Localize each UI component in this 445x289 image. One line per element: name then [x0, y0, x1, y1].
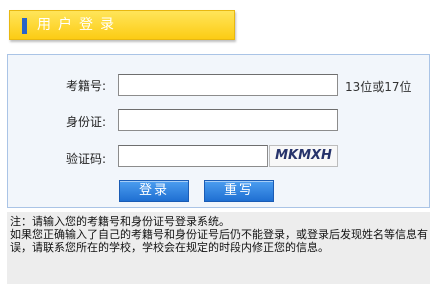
login-button[interactable]: 登录 [119, 180, 189, 202]
header-accent-bar [22, 18, 27, 34]
header-title: 用户登录 [37, 17, 121, 33]
captcha-label: 验证码: [65, 152, 106, 166]
id-card-label: 身份证: [65, 115, 106, 129]
id-card-input[interactable] [118, 109, 338, 131]
note-line-1: 注：请输入您的考籍号和身份证号登录系统。 [10, 215, 230, 228]
login-header: 用户登录 [9, 10, 235, 40]
exam-id-label: 考籍号: [65, 79, 106, 93]
rewrite-button[interactable]: 重写 [204, 180, 274, 202]
captcha-image[interactable]: MKMXH [269, 145, 338, 167]
login-page: 用户登录 考籍号: 13位或17位 身份证: 验证码: MKMXH 登录 重写 … [0, 0, 445, 289]
exam-id-input[interactable] [118, 74, 338, 96]
exam-id-hint: 13位或17位 [345, 80, 412, 94]
captcha-input[interactable] [118, 145, 268, 167]
login-note: 注：请输入您的考籍号和身份证号登录系统。 如果您正确输入了自己的考籍号和身份证号… [7, 212, 430, 284]
note-line-2: 如果您正确输入了自己的考籍号和身份证号后仍不能登录，或登录后发现姓名等信息有误，… [10, 228, 428, 254]
